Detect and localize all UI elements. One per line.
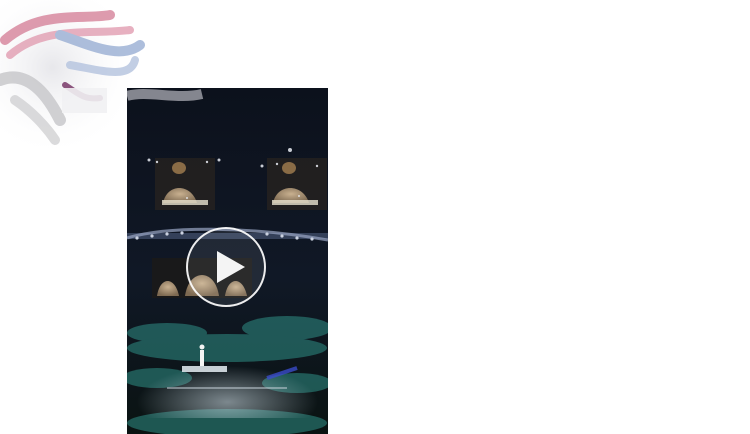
video-player[interactable] xyxy=(127,88,328,434)
play-button[interactable] xyxy=(186,227,266,307)
stage-screen-left xyxy=(155,158,215,210)
play-icon xyxy=(217,251,245,283)
page xyxy=(0,0,750,434)
